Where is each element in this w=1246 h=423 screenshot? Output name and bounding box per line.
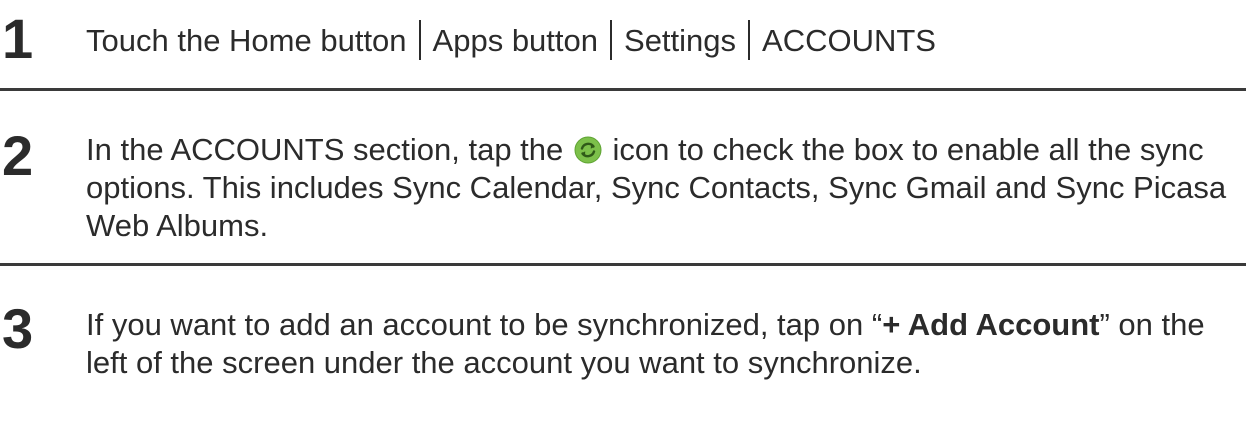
step-number: 2 bbox=[2, 124, 34, 187]
sync-icon bbox=[574, 136, 602, 164]
path-separator bbox=[418, 20, 421, 60]
step-number: 1 bbox=[2, 7, 34, 70]
step-3-text-before-bold: If you want to add an account to be sync… bbox=[86, 307, 883, 342]
step-2-text: In the ACCOUNTS section, tap the icon to… bbox=[86, 131, 1234, 245]
path-accounts: ACCOUNTS bbox=[762, 23, 936, 58]
step-3-text: If you want to add an account to be sync… bbox=[86, 306, 1234, 382]
path-settings: Settings bbox=[624, 23, 737, 58]
add-account-label: + Add Account bbox=[882, 307, 1100, 342]
path-home-button: Touch the Home button bbox=[86, 23, 407, 58]
path-separator bbox=[610, 20, 613, 60]
path-apps-button: Apps button bbox=[432, 23, 599, 58]
divider bbox=[0, 88, 1246, 91]
step-number: 3 bbox=[2, 297, 34, 360]
step-1-navigation-path: Touch the Home button Apps button Settings… bbox=[86, 20, 1234, 60]
divider bbox=[0, 263, 1246, 266]
path-separator bbox=[748, 20, 751, 60]
step-2-text-before-icon: In the ACCOUNTS section, tap the bbox=[86, 132, 564, 167]
